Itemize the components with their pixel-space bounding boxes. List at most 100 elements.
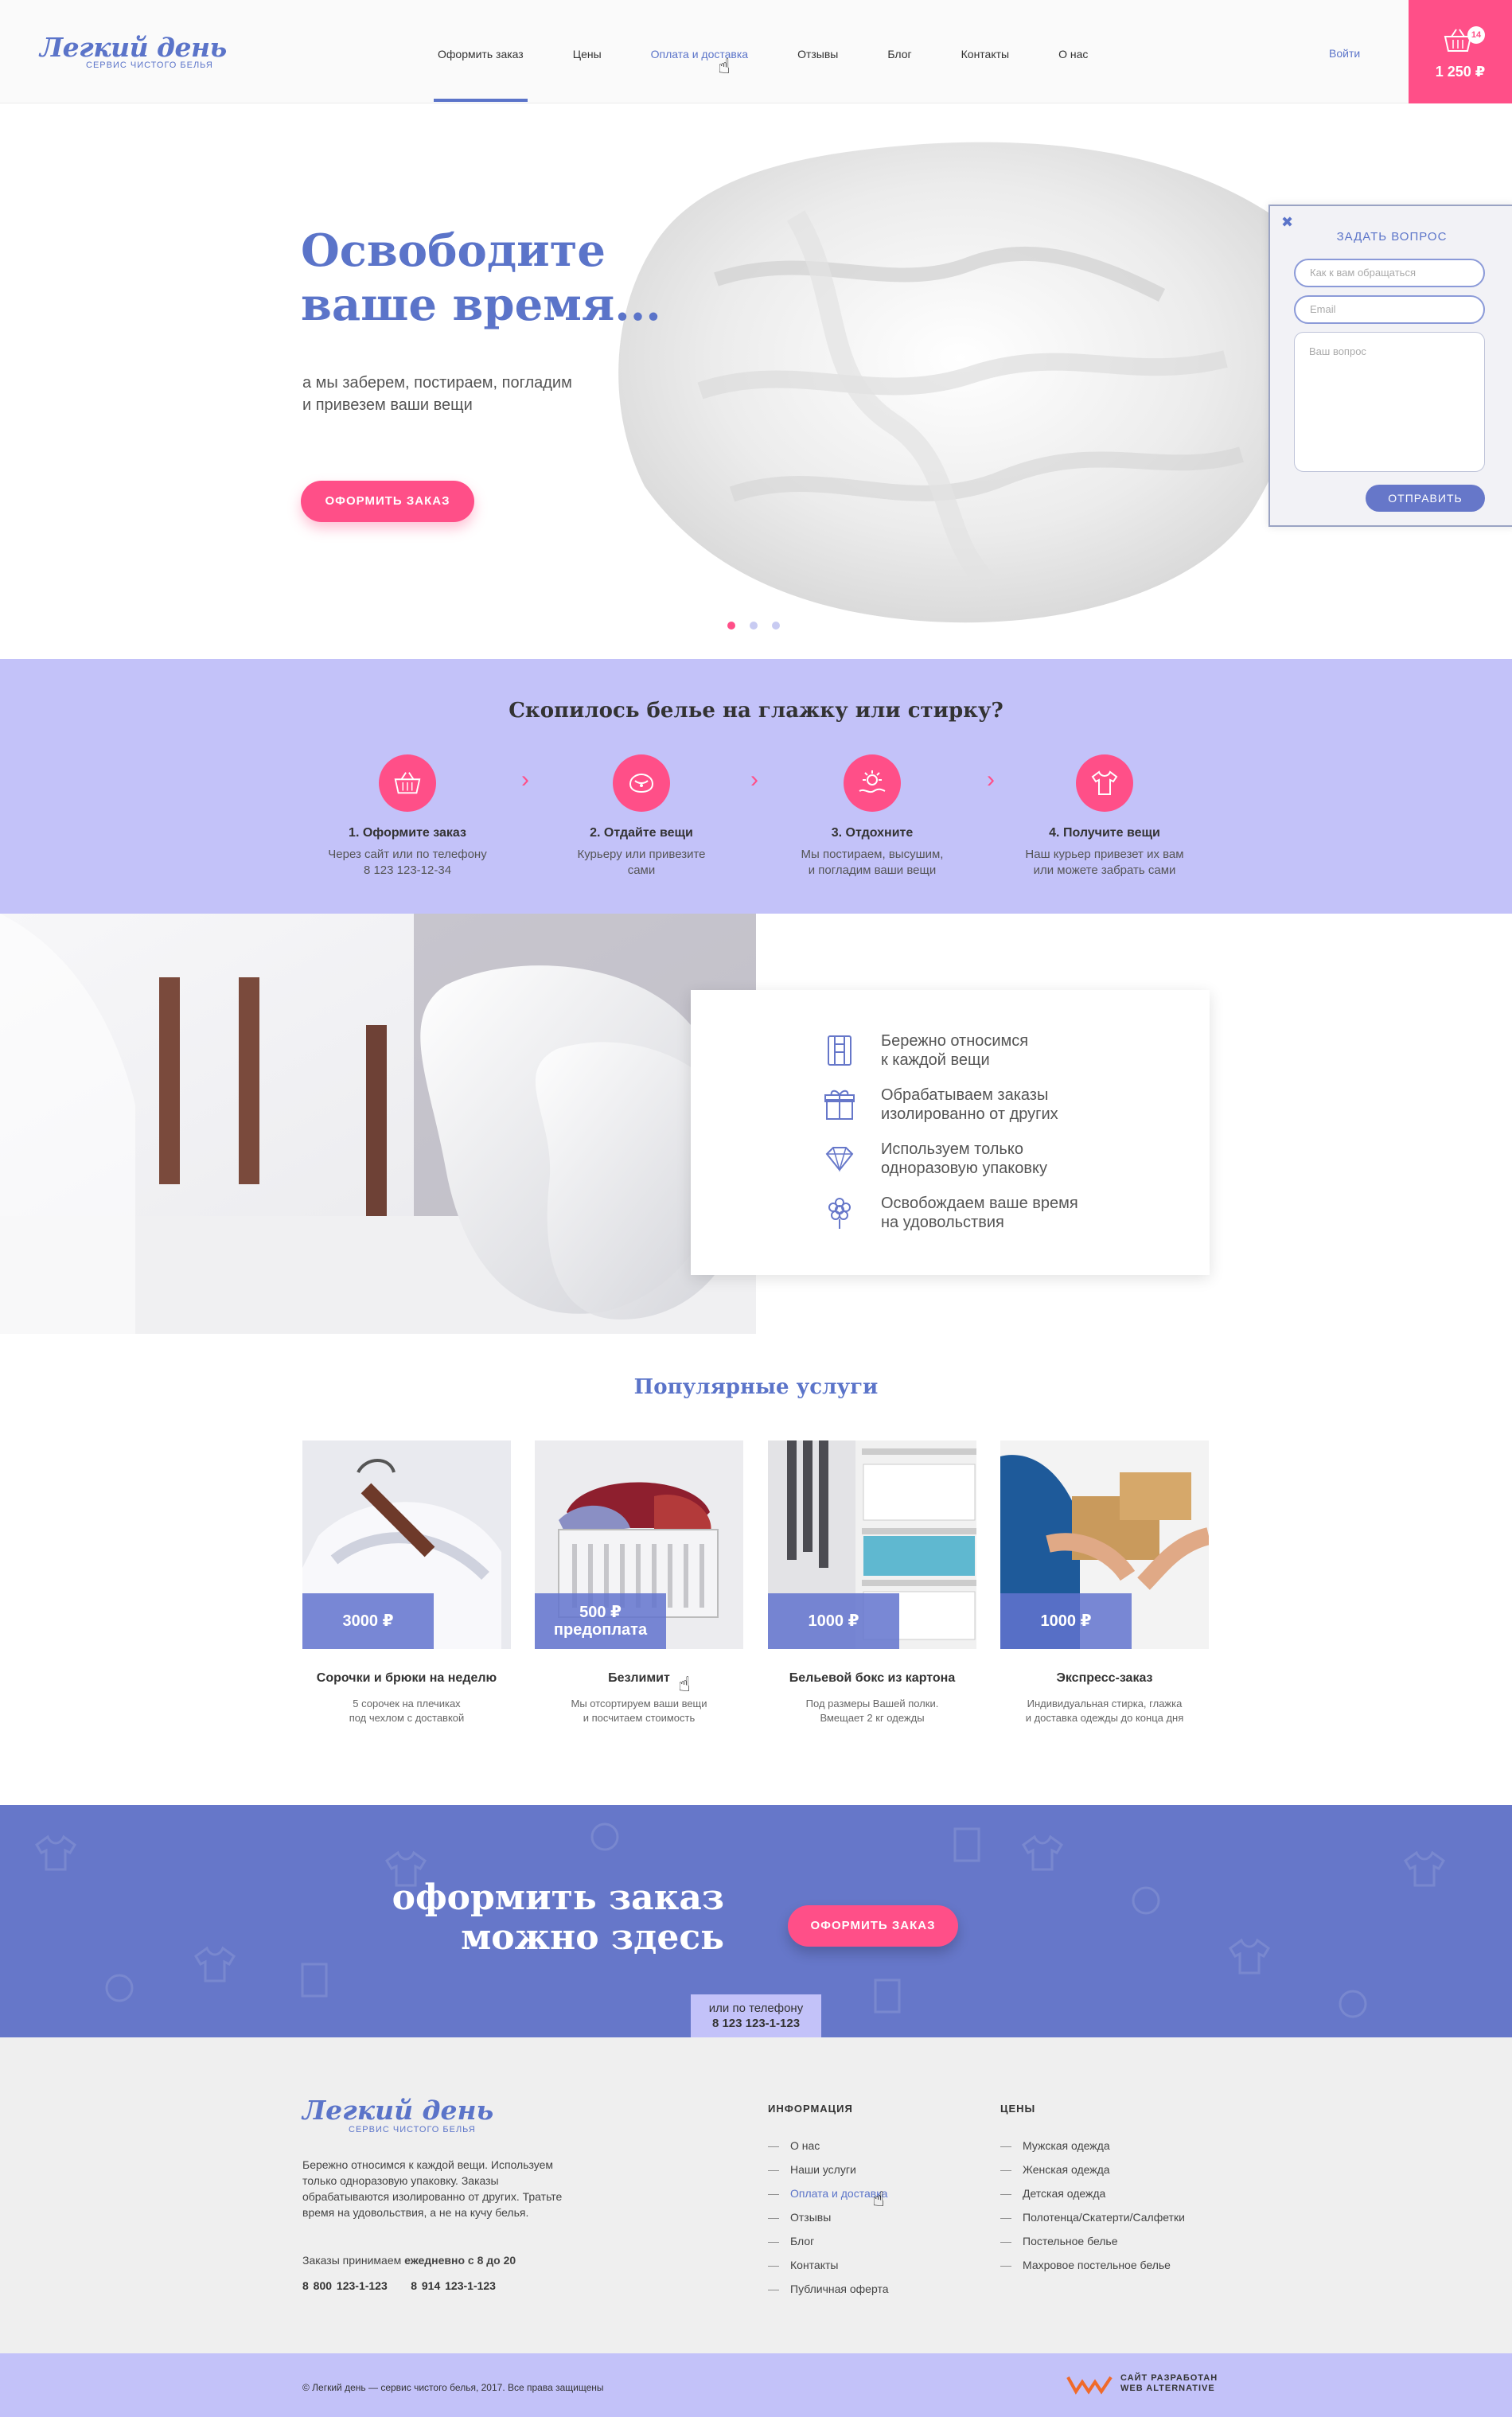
- services-section: Популярные услуги 3000 ₽ Сорочки и брюки…: [0, 1334, 1512, 1803]
- footer-link-offer[interactable]: Публичная оферта: [768, 2277, 889, 2301]
- basket-icon: [379, 754, 436, 812]
- step-1: 1. Оформите заказ Через сайт или по теле…: [296, 754, 519, 879]
- step-desc-line1: Через сайт или по телефону: [328, 848, 487, 861]
- footer-logo[interactable]: Легкий день СЕРВИС ЧИСТОГО БЕЛЬЯ: [302, 2096, 493, 2135]
- hand-cursor-icon: ☝: [678, 1672, 691, 1696]
- footer-link-contacts[interactable]: Контакты: [768, 2253, 889, 2277]
- cta-order-button[interactable]: ОФОРМИТЬ ЗАКАЗ: [788, 1905, 958, 1947]
- how-title: Скопилось белье на глажку или стирку?: [509, 699, 1003, 723]
- nav-payment-delivery[interactable]: Оплата и доставка: [647, 0, 752, 103]
- footer-phones: 8 800 123-1-123 8 914 123-1-123: [302, 2279, 496, 2292]
- step-2: 2. Отдайте вещи Курьеру или привезите сам…: [530, 754, 753, 879]
- developer-text: САЙТ РАЗРАБОТАН WEB ALTERNATIVE: [1120, 2373, 1218, 2394]
- service-price-note: предоплата: [553, 1621, 648, 1639]
- footer-link-bedding[interactable]: Постельное белье: [1000, 2229, 1185, 2253]
- question-textarea[interactable]: Ваш вопрос: [1294, 332, 1485, 472]
- service-desc: 5 сорочек на плечиках под чехлом с достав…: [302, 1697, 511, 1725]
- nav-reviews[interactable]: Отзывы: [793, 0, 842, 103]
- cart-total: 1 250 ₽: [1435, 64, 1486, 80]
- footer-hours: Заказы принимаем ежедневно с 8 до 20: [302, 2254, 516, 2267]
- feature-line2: к каждой вещи: [881, 1051, 990, 1069]
- service-price-value: 1000 ₽: [808, 1612, 859, 1630]
- cta-phone-box: или по телефону 8 123 123-1-123: [691, 1994, 821, 2037]
- feature-text: Обрабатываем заказы изолированно от други…: [881, 1086, 1136, 1124]
- hero-subtitle: а мы заберем, постираем, погладим и прив…: [302, 372, 661, 416]
- footer-hours-bold: ежедневно с 8 до 20: [404, 2254, 516, 2267]
- service-price: 1000 ₽: [768, 1593, 899, 1649]
- chevron-right-icon: ›: [521, 766, 529, 793]
- footer-link-women[interactable]: Женская одежда: [1000, 2158, 1185, 2181]
- slider-dot-2[interactable]: [750, 622, 758, 630]
- footer-link-services[interactable]: Наши услуги: [768, 2158, 889, 2181]
- features-section: Бережно относимся к каждой вещи Обрабатыв…: [0, 914, 1512, 1334]
- service-desc: Индивидуальная стирка, глажка и доставка …: [1000, 1697, 1209, 1725]
- footer-link-payment[interactable]: Оплата и доставка: [768, 2181, 889, 2205]
- cart-button[interactable]: 14 1 250 ₽: [1409, 0, 1512, 103]
- service-price-value: 500 ₽: [579, 1604, 622, 1621]
- slider-dot-3[interactable]: [772, 622, 780, 630]
- footer-link-blog[interactable]: Блог: [768, 2229, 889, 2253]
- feature-line1: Освобождаем ваше время: [881, 1195, 1078, 1212]
- nav-blog[interactable]: Блог: [883, 0, 915, 103]
- logo[interactable]: Легкий день СЕРВИС ЧИСТОГО БЕЛЬЯ: [40, 33, 227, 71]
- diamond-icon: [825, 1147, 854, 1172]
- feature-line1: Бережно относимся: [881, 1032, 1029, 1050]
- order-cta: оформить заказ можно здесь ОФОРМИТЬ ЗАКАЗ…: [0, 1805, 1512, 2037]
- footer-link-reviews[interactable]: Отзывы: [768, 2205, 889, 2229]
- hand-cursor-icon: ☝: [718, 54, 731, 78]
- service-price: 500 ₽ предоплата: [535, 1593, 666, 1649]
- name-field[interactable]: Как к вам обращаться: [1294, 259, 1485, 287]
- cta-title-line1: оформить заказ: [392, 1877, 724, 1918]
- logo-subtitle: СЕРВИС ЧИСТОГО БЕЛЬЯ: [86, 60, 213, 70]
- footer-link-kids[interactable]: Детская одежда: [1000, 2181, 1185, 2205]
- how-it-works: Скопилось белье на глажку или стирку? 1.…: [0, 659, 1512, 914]
- footer-phone-2[interactable]: 8 914 123-1-123: [411, 2279, 496, 2292]
- step-desc-line2: 8 123 123-12-34: [363, 863, 452, 877]
- feature-item: Используем только одноразовую упаковку: [822, 1140, 1136, 1178]
- slider-dot-1[interactable]: [727, 622, 735, 630]
- pillows-photo: [0, 914, 756, 1334]
- chevron-right-icon: ›: [750, 766, 758, 793]
- footer-link-towels[interactable]: Полотенца/Скатерти/Салфетки: [1000, 2205, 1185, 2229]
- service-price-value: 1000 ₽: [1040, 1612, 1092, 1630]
- clothes-pile-icon: [613, 754, 670, 812]
- email-field[interactable]: Email: [1294, 295, 1485, 324]
- cta-phone-label: или по телефону: [708, 2002, 804, 2015]
- service-desc-line1: Мы отсортируем ваши вещи: [571, 1698, 707, 1709]
- service-name: Сорочки и брюки на неделю: [316, 1671, 497, 1685]
- feature-item: Освобождаем ваше время на удовольствия: [822, 1194, 1136, 1232]
- footer-phone-1[interactable]: 8 800 123-1-123: [302, 2279, 388, 2292]
- step-desc-line1: Курьеру или привезите: [577, 848, 706, 861]
- send-button[interactable]: ОТПРАВИТЬ: [1366, 485, 1485, 512]
- gift-box-icon: [824, 1090, 855, 1120]
- hero-order-button[interactable]: ОФОРМИТЬ ЗАКАЗ: [301, 481, 474, 522]
- features-card: Бережно относимся к каждой вещи Обрабатыв…: [691, 990, 1210, 1275]
- feature-item: Бережно относимся к каждой вещи: [822, 1031, 1136, 1070]
- close-icon[interactable]: ✖: [1281, 214, 1293, 231]
- service-desc-line1: 5 сорочек на плечиках: [353, 1698, 461, 1709]
- cta-phone-number[interactable]: 8 123 123-1-123: [712, 2017, 800, 2030]
- footer-link-terry[interactable]: Махровое постельное белье: [1000, 2253, 1185, 2277]
- step-title: 1. Оформите заказ: [349, 826, 466, 840]
- nav-contacts[interactable]: Контакты: [957, 0, 1013, 103]
- nav-order[interactable]: Оформить заказ: [434, 0, 528, 103]
- login-link[interactable]: Войти: [1329, 47, 1360, 60]
- footer-link-men[interactable]: Мужская одежда: [1000, 2134, 1185, 2158]
- developer-line2: WEB ALTERNATIVE: [1120, 2384, 1215, 2393]
- copyright: © Легкий день — сервис чистого белья, 20…: [302, 2382, 604, 2393]
- footer-prices-title: ЦЕНЫ: [1000, 2103, 1036, 2115]
- shirt-icon: [1076, 754, 1133, 812]
- step-desc-line2: и погладим ваши вещи: [808, 863, 937, 877]
- service-desc: Мы отсортируем ваши вещи и посчитаем стои…: [535, 1697, 743, 1725]
- service-desc-line2: Вмещает 2 кг одежды: [820, 1712, 925, 1724]
- service-price: 1000 ₽: [1000, 1593, 1132, 1649]
- web-alternative-logo-icon: [1066, 2376, 1113, 2395]
- white-cloth-image: [618, 142, 1303, 623]
- nav-prices[interactable]: Цены: [569, 0, 606, 103]
- developer-credit[interactable]: САЙТ РАЗРАБОТАН WEB ALTERNATIVE: [1066, 2372, 1218, 2395]
- feature-line2: на удовольствия: [881, 1214, 1004, 1231]
- service-desc-line2: и посчитаем стоимость: [583, 1712, 696, 1724]
- footer-link-about[interactable]: О нас: [768, 2134, 889, 2158]
- nav-about[interactable]: О нас: [1054, 0, 1092, 103]
- service-price: 3000 ₽: [302, 1593, 434, 1649]
